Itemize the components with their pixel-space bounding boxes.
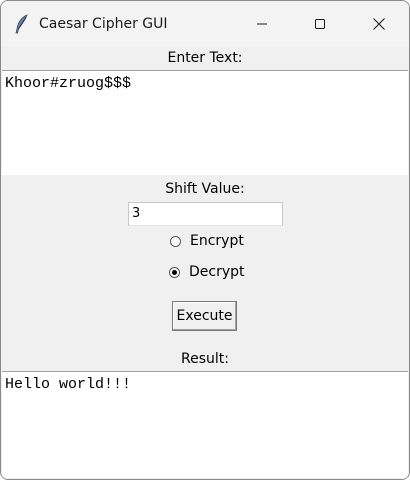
result-label: Result: [181, 351, 229, 367]
feather-icon [13, 14, 31, 34]
close-button[interactable] [350, 1, 408, 47]
decrypt-radio-label: Decrypt [189, 264, 245, 280]
close-icon [373, 18, 385, 30]
decrypt-radio-indicator[interactable] [169, 266, 180, 278]
result-textarea[interactable]: Hello world!!! [2, 371, 408, 478]
window-title: Caesar Cipher GUI [39, 16, 168, 32]
shift-input[interactable]: 3 [128, 202, 283, 226]
shift-label: Shift Value: [165, 181, 245, 197]
encrypt-radio-label: Encrypt [190, 233, 244, 249]
execute-button[interactable]: Execute [172, 301, 237, 331]
minimize-button[interactable] [233, 1, 291, 47]
encrypt-radio-indicator[interactable] [170, 235, 181, 247]
maximize-button[interactable] [291, 1, 349, 47]
title-bar[interactable]: Caesar Cipher GUI [1, 1, 409, 47]
app-window: Caesar Cipher GUI Enter Text: Khoor#zruo… [0, 0, 410, 480]
maximize-icon [315, 19, 325, 29]
decrypt-radio[interactable]: Decrypt [169, 262, 245, 282]
encrypt-radio[interactable]: Encrypt [170, 231, 244, 251]
main-content: Enter Text: Khoor#zruog$$$ Shift Value: … [1, 47, 409, 479]
input-textarea[interactable]: Khoor#zruog$$$ [2, 70, 408, 175]
minimize-icon [257, 23, 267, 25]
input-label: Enter Text: [167, 50, 243, 66]
